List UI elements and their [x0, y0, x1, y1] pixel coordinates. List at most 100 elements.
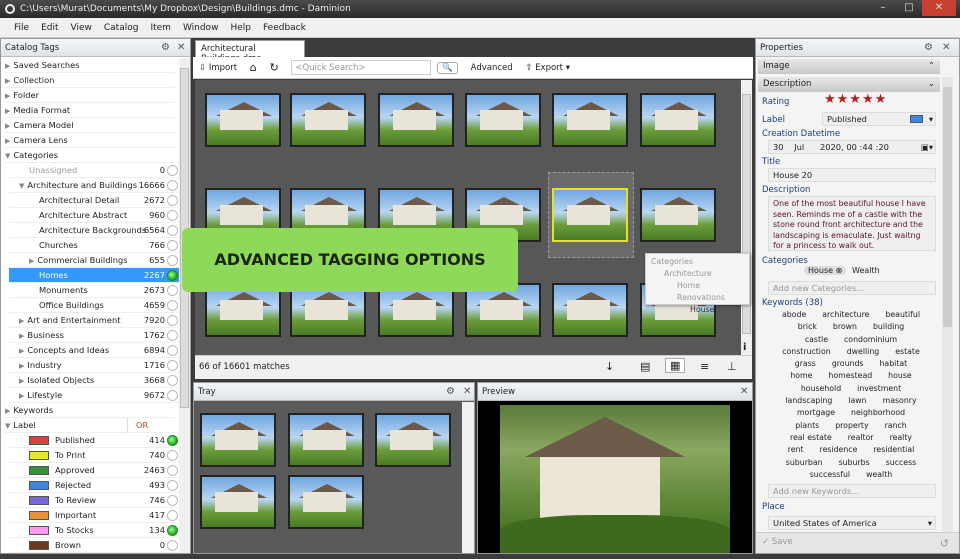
- list-view-icon[interactable]: ≡: [700, 360, 709, 373]
- category-item[interactable]: ▶ Art and Entertainment 7920: [9, 313, 179, 328]
- image-thumbnail[interactable]: [640, 188, 716, 242]
- details-view-icon[interactable]: ⊥: [727, 360, 737, 373]
- label-item[interactable]: Published 414: [9, 433, 179, 448]
- keyword-tag[interactable]: realtor: [848, 432, 874, 444]
- tag-filter-radio[interactable]: [167, 345, 178, 356]
- keyword-tag[interactable]: suburban: [786, 457, 823, 469]
- keyword-tag[interactable]: masonry: [883, 395, 917, 407]
- keyword-tag[interactable]: landscaping: [785, 395, 832, 407]
- save-button[interactable]: ✓ Save ↺: [756, 532, 959, 553]
- keyword-tag[interactable]: success: [886, 457, 917, 469]
- category-item[interactable]: Architecture Abstract 960: [9, 208, 179, 223]
- category-item[interactable]: ▶ Commercial Buildings 655: [9, 253, 179, 268]
- tray-thumbnail[interactable]: [288, 413, 364, 467]
- tag-filter-radio[interactable]: [167, 165, 178, 176]
- expand-right-icon[interactable]: ▶: [5, 77, 10, 85]
- tree-item-collection[interactable]: ▶ Collection: [5, 73, 175, 88]
- grid-view-icon[interactable]: ▦: [665, 358, 686, 373]
- tray-scrollbar[interactable]: [462, 402, 474, 553]
- label-item[interactable]: To Print 740: [9, 448, 179, 463]
- export-button[interactable]: ⇧ Export ▾: [525, 63, 570, 73]
- menu-item[interactable]: Item: [144, 18, 177, 38]
- tree-item-keywords[interactable]: ▶ Keywords: [5, 403, 175, 418]
- refresh-icon[interactable]: ↻: [269, 61, 278, 74]
- keyword-tag[interactable]: neighborhood: [851, 407, 905, 419]
- keyword-tag[interactable]: residence: [820, 444, 858, 456]
- category-chip-wealth[interactable]: Wealth: [852, 266, 880, 275]
- image-thumbnail[interactable]: [640, 93, 716, 147]
- keyword-tag[interactable]: house: [888, 370, 912, 382]
- tree-item-camera-lens[interactable]: ▶ Camera Lens: [5, 133, 175, 148]
- tree-item-camera-model[interactable]: ▶ Camera Model: [5, 118, 175, 133]
- tag-filter-radio[interactable]: [167, 360, 178, 371]
- keyword-tag[interactable]: habitat: [879, 358, 907, 370]
- close-button[interactable]: ✕: [922, 0, 956, 16]
- keyword-tag[interactable]: beautiful: [885, 309, 920, 321]
- import-button[interactable]: ⇩ Import: [199, 63, 237, 73]
- image-thumbnail[interactable]: [465, 93, 541, 147]
- place-select[interactable]: United States of America ▾: [768, 516, 936, 530]
- category-item[interactable]: Churches 766: [9, 238, 179, 253]
- image-thumbnail[interactable]: [552, 283, 628, 337]
- tree-item-categories[interactable]: ▼ Categories: [5, 148, 175, 163]
- rating-stars[interactable]: ★★★★★: [824, 92, 887, 107]
- keyword-tag[interactable]: grass: [795, 358, 816, 370]
- keyword-tag[interactable]: property: [835, 420, 868, 432]
- keyword-tag[interactable]: investment: [857, 383, 901, 395]
- or-toggle[interactable]: OR: [127, 418, 163, 433]
- label-item[interactable]: Approved 2463: [9, 463, 179, 478]
- keyword-tag[interactable]: ranch: [885, 420, 907, 432]
- label-item[interactable]: Brown 0: [9, 538, 179, 553]
- tray-thumbnail[interactable]: [200, 413, 276, 467]
- tag-filter-radio[interactable]: [167, 390, 178, 401]
- keyword-tag[interactable]: suburbs: [839, 457, 870, 469]
- keyword-tag[interactable]: home: [790, 370, 812, 382]
- menu-feedback[interactable]: Feedback: [257, 18, 312, 38]
- close-icon[interactable]: ✕: [942, 39, 950, 57]
- tree-item-label[interactable]: ▼ Label OR: [5, 418, 175, 433]
- keyword-tag[interactable]: real estate: [790, 432, 832, 444]
- keyword-tag[interactable]: estate: [895, 346, 920, 358]
- tree-item-folder[interactable]: ▶ Folder: [5, 88, 175, 103]
- keyword-tag[interactable]: condominium: [844, 334, 897, 346]
- label-item[interactable]: Rejected 493: [9, 478, 179, 493]
- tag-tree-scrollbar[interactable]: [179, 58, 190, 553]
- keyword-tag[interactable]: successful: [810, 469, 850, 481]
- search-button[interactable]: 🔍: [437, 61, 458, 74]
- label-filter-radio[interactable]: [167, 450, 178, 461]
- category-item[interactable]: ▼ Architecture and Buildings 16666: [9, 178, 179, 193]
- label-filter-radio[interactable]: [167, 480, 178, 491]
- keyword-tag[interactable]: brick: [798, 321, 817, 333]
- keyword-tag[interactable]: residential: [873, 444, 914, 456]
- close-icon[interactable]: ✕: [740, 383, 748, 401]
- filmstrip-view-icon[interactable]: ▤: [640, 360, 650, 373]
- keyword-tag[interactable]: dwelling: [847, 346, 880, 358]
- keyword-tag[interactable]: lawn: [848, 395, 866, 407]
- keyword-tag[interactable]: rent: [788, 444, 804, 456]
- gear-icon[interactable]: ⚙: [924, 39, 933, 57]
- datetime-input[interactable]: 30 Jul 2020, 00 :44 :20 ▣▾: [768, 140, 936, 154]
- label-filter-radio[interactable]: [167, 465, 178, 476]
- tag-filter-radio[interactable]: [167, 255, 178, 266]
- label-filter-radio[interactable]: [167, 510, 178, 521]
- image-section-header[interactable]: Image ⌃: [758, 59, 940, 74]
- tree-item-saved-searches[interactable]: ▶ Saved Searches: [5, 58, 175, 73]
- category-item[interactable]: Homes 2267: [9, 268, 179, 283]
- category-item[interactable]: Architectural Detail 2672: [9, 193, 179, 208]
- expand-right-icon[interactable]: ▶: [5, 107, 10, 115]
- tab-architectural-buildings[interactable]: Architectural Buildings.dmc: [195, 40, 305, 64]
- undo-icon[interactable]: ↺: [940, 537, 949, 550]
- label-select[interactable]: Published ▾: [822, 112, 936, 126]
- category-chip-house[interactable]: House ⊗: [804, 266, 847, 275]
- label-item[interactable]: To Review 746: [9, 493, 179, 508]
- keyword-tag[interactable]: architecture: [822, 309, 869, 321]
- image-thumbnail[interactable]: [378, 93, 454, 147]
- tree-item-media-format[interactable]: ▶ Media Format: [5, 103, 175, 118]
- maximize-button[interactable]: □: [896, 0, 922, 16]
- image-thumbnail[interactable]: [290, 93, 366, 147]
- expand-right-icon[interactable]: ▶: [5, 92, 10, 100]
- menu-view[interactable]: View: [65, 18, 98, 38]
- image-thumbnail[interactable]: [552, 188, 628, 242]
- expand-right-icon[interactable]: ▶: [5, 62, 10, 70]
- minimize-button[interactable]: –: [870, 0, 896, 16]
